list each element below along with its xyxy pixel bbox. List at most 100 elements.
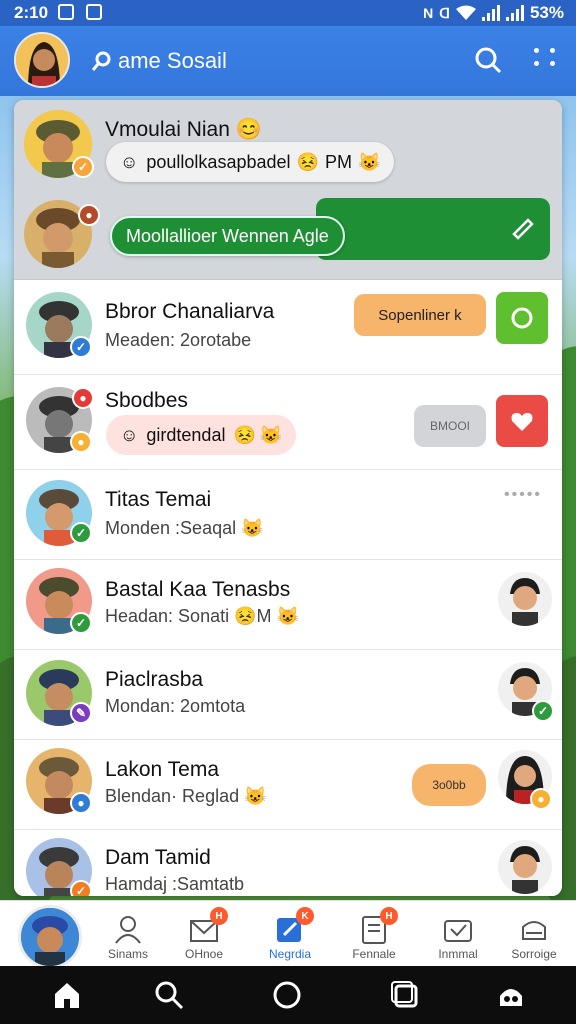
nav-badge: H [210, 907, 228, 925]
circle-icon[interactable] [272, 980, 302, 1010]
chat-preview: Meaden: 2orotabe [105, 330, 252, 350]
inbox-icon [444, 920, 472, 942]
contact-avatar[interactable] [498, 572, 552, 626]
chat-row[interactable]: ✎ Piaclrasba Mondan: 2omtota ✓ [14, 650, 562, 740]
emoji-icon: 😺 [276, 606, 299, 626]
chat-name: Bbror Chanaliarva [105, 300, 275, 323]
storage-icon [522, 921, 546, 940]
chat-row[interactable]: ✓ Bastal Kaa Tenasbs Headan: Sonati 😣M 😺 [14, 560, 562, 650]
chat-name: Vmoulai Nian 😊 [105, 118, 262, 141]
message-bubble[interactable]: ☺ girdtendal 😣 😺 [106, 415, 297, 455]
chat-preview: Monden :Seaqal 😺 [105, 518, 264, 538]
nav-label: Sorroige [511, 947, 557, 961]
app-title-text: ame Sosail [118, 48, 227, 73]
chat-preview: Blendan· Reglad 😺 [105, 786, 267, 806]
chat-name: Piaclrasba [105, 668, 204, 691]
notification-badge: ● [72, 387, 94, 409]
nav-item-sorroige[interactable]: Sorroige [496, 907, 572, 961]
status-time: 2:10 [14, 3, 49, 22]
nav-label: OHnoe [184, 947, 224, 961]
verified-icon: ✓ [70, 336, 92, 358]
nav-badge: K [296, 907, 314, 925]
verified-icon: ✓ [70, 522, 92, 544]
home-icon[interactable] [52, 980, 82, 1010]
status-button[interactable] [496, 395, 548, 447]
profile-nav-avatar[interactable] [18, 905, 82, 969]
contact-avatar[interactable] [498, 840, 552, 894]
recents-icon[interactable] [390, 980, 420, 1010]
nav-item-ohnoe[interactable]: H OHnoe [166, 907, 242, 961]
message-bubble[interactable]: ☺ poullolkasapbadel 😣 PM 😺 [106, 142, 395, 182]
action-button[interactable]: 3o0bb [412, 764, 486, 806]
search-icon[interactable] [474, 46, 502, 74]
badge-icon: ✎ [70, 702, 92, 724]
nav-badge: H [380, 907, 398, 925]
nav-item-sinams[interactable]: Sinams [90, 907, 166, 961]
verified-icon: ✓ [532, 700, 554, 722]
message-time: PM [324, 151, 352, 172]
pinned-section: ✓ Vmoulai Nian 😊 ☺ poullolkasapbadel 😣 P… [14, 100, 562, 280]
chat-name: Dam Tamid [105, 846, 211, 869]
nav-item-negrdia[interactable]: K Negrdia [252, 907, 328, 961]
chat-name: Bastal Kaa Tenasbs [105, 578, 291, 601]
emoji-icon: 😣 [296, 151, 319, 172]
message-bubble[interactable]: Moollallioer Wennen Agle [110, 216, 345, 256]
smile-icon: ☺ [120, 151, 139, 172]
action-button[interactable]: Sopenliner k [354, 294, 486, 336]
battery-percent: 53% [529, 3, 564, 22]
chat-row[interactable]: ● Lakon Tema Blendan· Reglad 😺 3o0bb ● [14, 740, 562, 830]
action-button[interactable]: BMOOI [414, 405, 486, 447]
verified-icon: ✓ [70, 880, 92, 896]
chat-preview: Mondan: 2omtota [105, 696, 246, 716]
vibrate-icon: ᗡ [439, 4, 450, 21]
refresh-icon [511, 307, 533, 329]
emoji-icon: 😺 [241, 518, 264, 538]
heart-icon [511, 413, 533, 431]
nav-label: Fennale [352, 947, 396, 961]
message-text: Moollallioer Wennen Agle [126, 225, 329, 246]
chat-preview: Headan: Sonati 😣M 😺 [105, 606, 299, 626]
bottom-nav: Sinams H OHnoe K Negrdia H Fennale Inmma… [0, 900, 576, 969]
nav-label: Negrdia [268, 947, 312, 961]
smile-icon: ☺ [120, 424, 139, 445]
more-options[interactable]: ••••• [504, 486, 542, 504]
more-icon[interactable] [534, 48, 556, 66]
notification-icon [86, 4, 102, 20]
message-text: girdtendal [146, 424, 226, 445]
nav-item-fennale[interactable]: H Fennale [336, 907, 412, 961]
emoji-icon: 😺 [357, 151, 381, 172]
nav-label: Sinams [107, 947, 148, 961]
edit-icon[interactable] [508, 212, 536, 240]
person-icon [115, 916, 141, 944]
profile-avatar[interactable] [14, 32, 70, 88]
status-button[interactable] [496, 292, 548, 344]
assistant-icon[interactable] [496, 980, 526, 1010]
verified-icon: ✓ [70, 612, 92, 634]
emoji-icon: 😊 [235, 118, 262, 141]
emoji-icon: 😣 [234, 606, 257, 626]
app-bar: ame Sosail [0, 26, 576, 96]
nav-label: Inmmal [438, 947, 478, 961]
chat-row[interactable]: ● ● Sbodbes ☺ girdtendal 😣 😺 BMOOI [14, 375, 562, 470]
search-icon [91, 51, 111, 71]
verified-icon: ✓ [72, 156, 94, 178]
notification-icon [58, 4, 74, 20]
signal-icon [505, 5, 524, 21]
badge-icon: ● [530, 788, 552, 810]
system-nav-bar [0, 966, 576, 1024]
badge-icon: ● [70, 431, 92, 453]
search-icon[interactable] [154, 980, 184, 1010]
wifi-icon [455, 5, 476, 20]
chat-name: Lakon Tema [105, 758, 220, 781]
app-title: ame Sosail [90, 48, 227, 74]
chat-row[interactable]: ✓ Titas Temai Monden :Seaqal 😺 ••••• [14, 470, 562, 560]
badge-icon: ● [70, 792, 92, 814]
emoji-icon: 😣 [233, 424, 256, 445]
chat-row[interactable]: ✓ Dam Tamid Hamdaj :Samtatb [14, 830, 562, 896]
badge-icon: ● [78, 204, 100, 226]
signal-icon [481, 5, 500, 21]
chat-name: Titas Temai [105, 488, 212, 511]
chat-row[interactable]: ✓ Bbror Chanaliarva Meaden: 2orotabe Sop… [14, 280, 562, 375]
nav-item-inmmal[interactable]: Inmmal [420, 907, 496, 961]
chat-preview: Hamdaj :Samtatb [105, 874, 245, 894]
